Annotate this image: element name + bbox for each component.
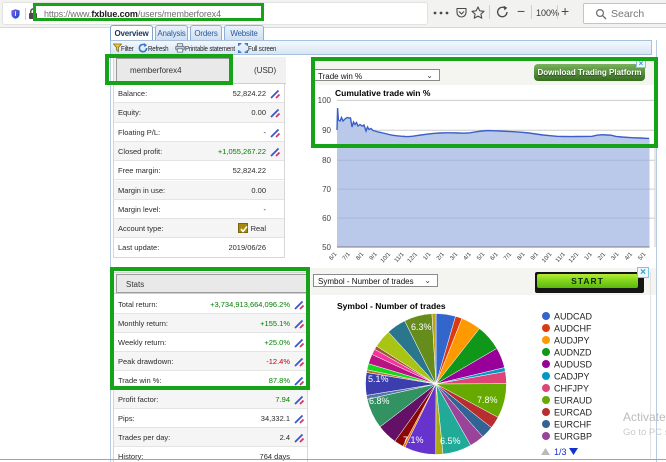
svg-text:60: 60 — [322, 214, 331, 223]
svg-text:AUDCHF: AUDCHF — [554, 324, 592, 334]
svg-text:5.1%: 5.1% — [368, 374, 389, 384]
svg-text:6.5%: 6.5% — [440, 436, 461, 446]
svg-text:CHFJPY: CHFJPY — [554, 384, 589, 394]
svg-text:7.1%: 7.1% — [403, 435, 424, 445]
svg-text:EURAUD: EURAUD — [554, 396, 593, 406]
svg-text:6.3%: 6.3% — [411, 322, 432, 332]
svg-text:1/3: 1/3 — [554, 447, 567, 457]
svg-text:AUDCAD: AUDCAD — [554, 312, 593, 322]
svg-text:CADJPY: CADJPY — [554, 372, 590, 382]
svg-text:EURCAD: EURCAD — [554, 408, 593, 418]
svg-text:50: 50 — [322, 243, 331, 252]
svg-text:Symbol - Number of trades: Symbol - Number of trades — [337, 301, 446, 311]
svg-text:6.8%: 6.8% — [369, 396, 390, 406]
svg-text:AUDUSD: AUDUSD — [554, 360, 593, 370]
svg-text:AUDJPY: AUDJPY — [554, 336, 590, 346]
svg-text:AUDNZD: AUDNZD — [554, 348, 592, 358]
svg-text:80: 80 — [322, 156, 331, 165]
svg-text:EURGBP: EURGBP — [554, 432, 592, 442]
svg-text:EURCHF: EURCHF — [554, 420, 592, 430]
svg-text:7.8%: 7.8% — [477, 395, 498, 405]
svg-text:70: 70 — [322, 185, 331, 194]
